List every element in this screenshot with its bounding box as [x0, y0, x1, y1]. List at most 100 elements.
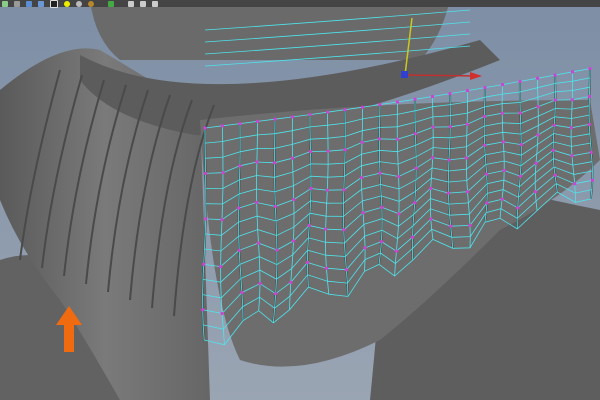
vertex[interactable] — [363, 246, 367, 250]
vertex[interactable] — [290, 156, 295, 160]
vertex[interactable] — [307, 223, 311, 228]
vertex[interactable] — [204, 171, 208, 176]
xray-icon[interactable] — [152, 0, 158, 7]
vertex[interactable] — [237, 206, 241, 210]
vertex[interactable] — [482, 114, 486, 119]
vertex[interactable] — [570, 98, 574, 102]
vertex[interactable] — [378, 171, 382, 175]
vertex[interactable] — [536, 133, 540, 137]
default-light-icon[interactable] — [64, 0, 70, 7]
vertex[interactable] — [485, 172, 489, 176]
vertex[interactable] — [534, 161, 538, 165]
vertex[interactable] — [500, 197, 504, 201]
x-axis-handle[interactable] — [404, 74, 481, 77]
resolution-gate-icon[interactable] — [140, 0, 146, 7]
vertex[interactable] — [536, 105, 540, 109]
vertex[interactable] — [218, 265, 223, 269]
vertex[interactable] — [308, 149, 313, 154]
wireframe-cube-icon[interactable] — [14, 0, 20, 7]
vertex[interactable] — [570, 70, 575, 74]
vertex[interactable] — [448, 125, 452, 129]
vertex[interactable] — [573, 182, 577, 186]
vertex[interactable] — [395, 137, 399, 141]
vertex[interactable] — [202, 262, 206, 266]
vertex[interactable] — [291, 239, 296, 243]
vertex[interactable] — [326, 149, 330, 153]
vertex[interactable] — [308, 112, 312, 117]
all-lights-icon[interactable] — [76, 0, 82, 7]
shadow-icon[interactable] — [88, 0, 94, 7]
vertex[interactable] — [396, 174, 401, 179]
vertex[interactable] — [343, 148, 347, 152]
vertex[interactable] — [238, 122, 242, 126]
vertex[interactable] — [533, 190, 537, 194]
vertex[interactable] — [500, 111, 504, 115]
vertex[interactable] — [290, 115, 295, 119]
vertex[interactable] — [255, 119, 260, 124]
vertex[interactable] — [518, 174, 522, 178]
vertex[interactable] — [380, 205, 384, 209]
vertex[interactable] — [587, 94, 591, 99]
vertex[interactable] — [342, 188, 346, 192]
vertex[interactable] — [342, 228, 346, 232]
vertex[interactable] — [305, 260, 310, 265]
vertex[interactable] — [394, 249, 399, 253]
vertex[interactable] — [221, 171, 225, 175]
vertex[interactable] — [500, 82, 505, 87]
vertex[interactable] — [430, 94, 435, 99]
vertex[interactable] — [359, 175, 364, 180]
vertex[interactable] — [413, 97, 417, 101]
vertex[interactable] — [238, 164, 242, 168]
center-handle[interactable] — [401, 71, 408, 78]
checker-icon[interactable] — [50, 0, 58, 8]
isolate-select-icon[interactable] — [108, 0, 114, 7]
vertex[interactable] — [309, 186, 313, 191]
vertex[interactable] — [395, 100, 400, 104]
vertex[interactable] — [553, 98, 558, 102]
vertex[interactable] — [274, 292, 278, 296]
vertex[interactable] — [464, 156, 468, 160]
vertex[interactable] — [465, 122, 469, 126]
smooth-shade-cube-icon[interactable] — [26, 0, 32, 7]
vertex[interactable] — [258, 282, 262, 286]
vertex[interactable] — [240, 290, 244, 295]
vertex[interactable] — [237, 248, 241, 252]
vertex[interactable] — [255, 160, 259, 164]
vertex[interactable] — [292, 197, 296, 202]
vertex[interactable] — [414, 166, 418, 170]
vertex[interactable] — [552, 123, 556, 127]
vertex[interactable] — [483, 143, 487, 147]
vertex[interactable] — [570, 154, 574, 158]
frame-icon[interactable] — [2, 0, 8, 7]
vertex[interactable] — [429, 186, 433, 190]
vertex[interactable] — [361, 211, 365, 215]
vertex[interactable] — [518, 79, 522, 84]
vertex[interactable] — [360, 140, 364, 144]
vertex[interactable] — [378, 103, 382, 107]
vertex[interactable] — [519, 143, 523, 147]
vertex[interactable] — [501, 140, 505, 144]
vertex[interactable] — [429, 217, 433, 221]
vertex[interactable] — [447, 158, 451, 162]
vertex[interactable] — [431, 156, 435, 160]
vertex[interactable] — [273, 204, 277, 209]
vertex[interactable] — [413, 201, 417, 205]
vertex[interactable] — [344, 268, 349, 272]
vertex[interactable] — [275, 248, 279, 252]
vertex[interactable] — [360, 105, 365, 109]
wireframe-on-shaded-icon[interactable] — [38, 0, 44, 7]
vertex[interactable] — [569, 126, 573, 130]
vertex[interactable] — [518, 111, 522, 115]
vertex[interactable] — [397, 212, 401, 216]
vertex[interactable] — [323, 227, 328, 231]
vertex[interactable] — [468, 223, 472, 227]
vertex[interactable] — [551, 148, 555, 152]
vertex[interactable] — [220, 311, 224, 316]
vertex[interactable] — [220, 218, 224, 222]
vertex[interactable] — [273, 117, 277, 121]
vertex[interactable] — [272, 161, 277, 165]
vertex[interactable] — [343, 108, 347, 112]
vertex[interactable] — [535, 76, 540, 80]
vertex[interactable] — [516, 206, 520, 210]
vertex[interactable] — [431, 125, 435, 129]
